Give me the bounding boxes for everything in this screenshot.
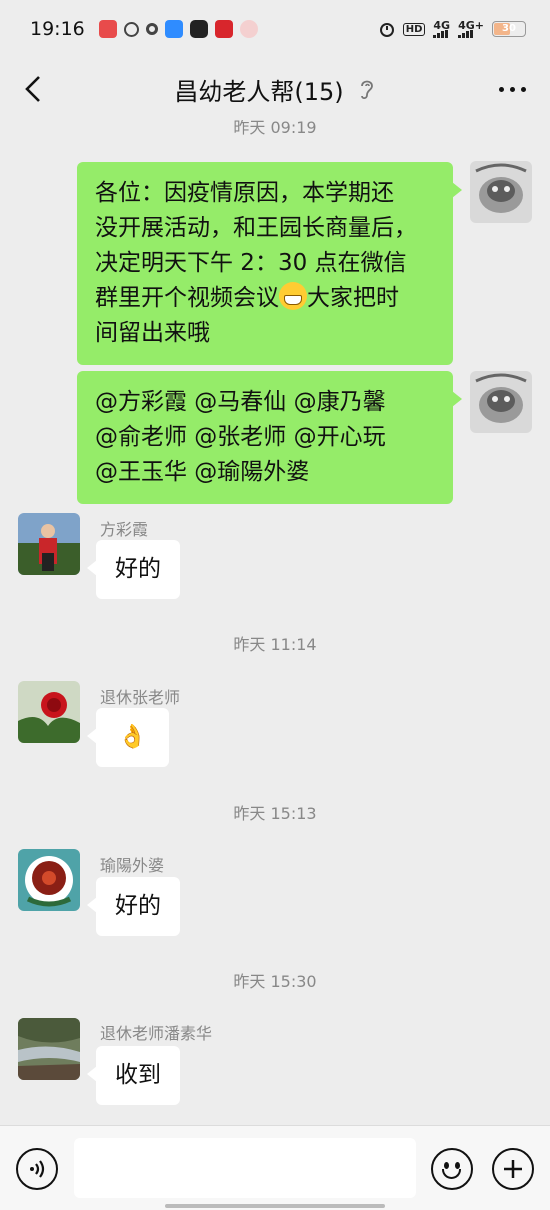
voice-icon — [30, 1160, 45, 1178]
message-text: 好的 — [115, 556, 161, 582]
ok-hand-emoji: 👌 — [118, 724, 147, 750]
message-input[interactable] — [74, 1138, 416, 1198]
notification-icons — [98, 20, 258, 38]
message-line: 群里开个视频会议 — [95, 285, 279, 311]
signal-2: 4G+ — [458, 20, 484, 38]
incoming-message-bubble[interactable]: 👌 — [87, 708, 169, 767]
sender-name: 退休老师潘素华 — [100, 1024, 213, 1043]
my-avatar[interactable] — [470, 371, 532, 433]
chat-title: 昌幼老人帮(15) — [174, 77, 344, 106]
more-button[interactable] — [492, 74, 532, 104]
message-line: @王玉华 @瑜陽外婆 — [95, 459, 310, 485]
message-text: 收到 — [115, 1062, 161, 1088]
input-bar — [0, 1125, 550, 1210]
app-notification-icon — [239, 20, 258, 38]
dot-icon — [509, 86, 515, 92]
ear-icon[interactable] — [358, 77, 376, 101]
sender-avatar[interactable] — [18, 513, 80, 575]
battery-icon: 30 — [492, 21, 526, 37]
message-line: 大家把时 — [307, 285, 399, 311]
app-notification-icon — [145, 23, 158, 35]
incoming-message-bubble[interactable]: 好的 — [87, 540, 180, 599]
chat-header: 昌幼老人帮(15) — [0, 58, 550, 120]
app-notification-icon — [98, 20, 117, 38]
chat-area[interactable]: 昨天 09:19 各位：因疫情原因，本学期还 没开展活动，和王园长商量后， 决定… — [0, 120, 550, 1125]
app-notification-icon — [164, 20, 183, 38]
message-line: 各位：因疫情原因，本学期还 — [95, 180, 394, 206]
sender-avatar[interactable] — [18, 849, 80, 911]
message-line: @方彩霞 @马春仙 @康乃馨 — [95, 389, 386, 415]
incoming-message-bubble[interactable]: 收到 — [87, 1046, 180, 1105]
sender-name: 退休张老师 — [100, 688, 181, 707]
sender-name: 瑜陽外婆 — [100, 856, 165, 875]
incoming-message-bubble[interactable]: 好的 — [87, 877, 180, 936]
home-indicator[interactable] — [165, 1204, 385, 1208]
emoji-button[interactable] — [431, 1148, 473, 1190]
message-text: 好的 — [115, 893, 161, 919]
signal-1: 4G — [433, 20, 450, 38]
eye — [455, 1162, 460, 1169]
back-button[interactable] — [16, 70, 50, 108]
status-time: 19:16 — [30, 18, 85, 40]
timestamp: 昨天 15:13 — [233, 804, 317, 823]
status-bar: 19:16 HD 4G 4G+ 30 — [0, 0, 550, 58]
timestamp: 昨天 11:14 — [233, 635, 317, 654]
sender-name: 方彩霞 — [100, 520, 149, 539]
alarm-icon — [379, 23, 394, 37]
app-notification-icon — [189, 20, 208, 38]
timestamp: 昨天 09:19 — [233, 120, 317, 137]
status-right: HD 4G 4G+ 30 — [379, 20, 526, 38]
voice-button[interactable] — [16, 1148, 58, 1190]
outgoing-message-bubble[interactable]: 各位：因疫情原因，本学期还 没开展活动，和王园长商量后， 决定明天下午 2：30… — [77, 162, 462, 365]
plus-icon — [504, 1160, 522, 1178]
grin-emoji-icon — [279, 282, 307, 310]
eye — [444, 1162, 449, 1169]
message-line: 间留出来哦 — [95, 320, 210, 346]
timestamp: 昨天 15:30 — [233, 972, 317, 991]
chevron-left-icon — [25, 76, 40, 102]
outgoing-message-bubble[interactable]: @方彩霞 @马春仙 @康乃馨 @俞老师 @张老师 @开心玩 @王玉华 @瑜陽外婆 — [77, 371, 462, 504]
dot-icon — [520, 86, 526, 92]
app-notification-icon — [214, 20, 233, 38]
my-avatar[interactable] — [470, 161, 532, 223]
dot-icon — [498, 86, 504, 92]
message-line: 没开展活动，和王园长商量后， — [95, 215, 417, 241]
plus-button[interactable] — [492, 1148, 534, 1190]
message-line: 决定明天下午 2：30 点在微信 — [95, 250, 407, 276]
app-notification-icon — [123, 21, 139, 37]
message-line: @俞老师 @张老师 @开心玩 — [95, 424, 386, 450]
sender-avatar[interactable] — [18, 1018, 80, 1080]
mouth — [442, 1169, 461, 1179]
sender-avatar[interactable] — [18, 681, 80, 743]
hd-indicator: HD — [402, 22, 426, 36]
